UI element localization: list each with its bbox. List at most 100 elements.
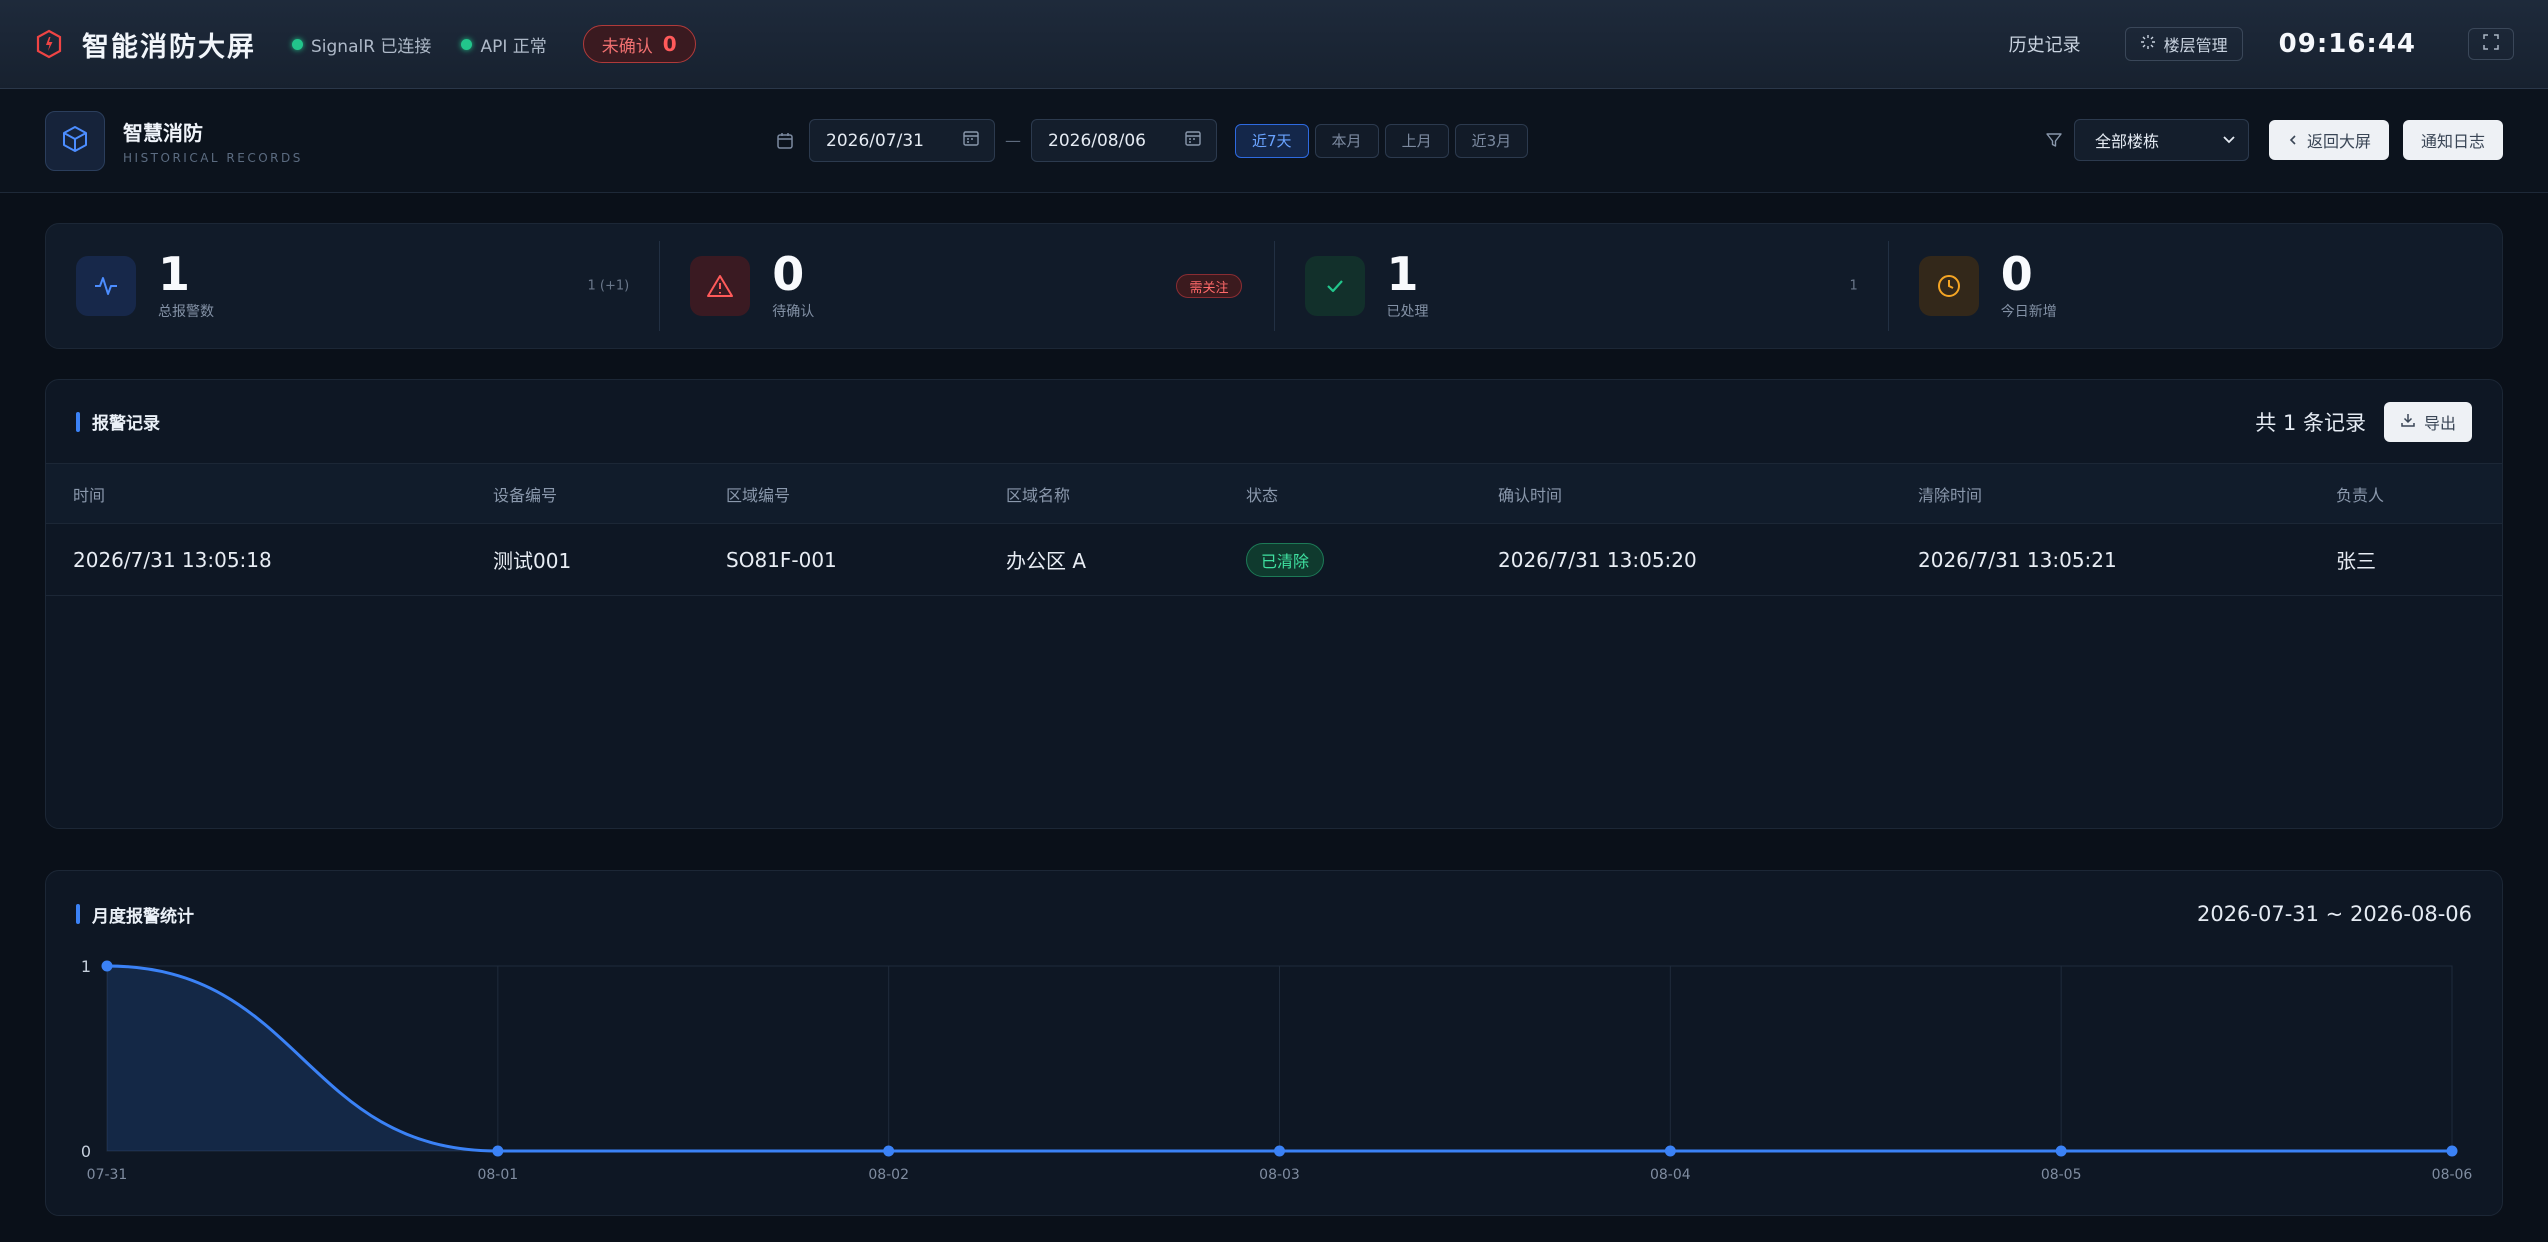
stat-side-text: 1 (+1) xyxy=(587,278,630,294)
stat-label: 待确认 xyxy=(772,304,815,320)
record-count: 共 1 条记录 xyxy=(2255,410,2366,435)
brand: 智能消防大屏 xyxy=(34,25,256,64)
date-to-input[interactable]: 2026/08/06 xyxy=(1031,119,1217,162)
quick-range-last-month[interactable]: 上月 xyxy=(1384,123,1449,158)
clock: 09:16:44 xyxy=(2278,29,2416,59)
records-header: 报警记录 共 1 条记录 导出 xyxy=(46,380,2502,464)
quick-range-3months[interactable]: 近3月 xyxy=(1454,123,1529,158)
x-tick-label: 08-01 xyxy=(477,1167,518,1183)
building-select[interactable]: 全部楼栋 xyxy=(2073,119,2249,161)
stat-value: 0 xyxy=(2000,247,2033,301)
column-header[interactable]: 区域编号 xyxy=(726,482,790,506)
stat-pending: 0 待确认 需关注 xyxy=(659,241,1273,331)
api-status: API 正常 xyxy=(461,32,547,57)
attention-badge: 需关注 xyxy=(1176,274,1242,298)
stat-label: 总报警数 xyxy=(158,304,214,320)
column-header[interactable]: 清除时间 xyxy=(1918,482,1982,506)
notification-log-button[interactable]: 通知日志 xyxy=(2402,120,2503,160)
title-accent-bar xyxy=(76,904,80,924)
stats-bar: 1 总报警数 1 (+1) 0 待确认 需关注 1 已处理 1 0 今日新增 xyxy=(45,223,2503,349)
fullscreen-icon xyxy=(2482,33,2500,55)
signalr-status-text: SignalR 已连接 xyxy=(311,36,432,57)
warning-icon xyxy=(690,256,751,316)
cell-time: 2026/7/31 13:05:18 xyxy=(73,547,272,572)
records-title: 报警记录 xyxy=(76,409,160,434)
floor-management-button[interactable]: 楼层管理 xyxy=(2124,27,2243,61)
x-tick-label: 08-04 xyxy=(1650,1167,1691,1183)
column-header[interactable]: 设备编号 xyxy=(493,482,557,506)
cell-device: 测试001 xyxy=(493,549,572,573)
quick-range-this-month[interactable]: 本月 xyxy=(1314,123,1379,158)
export-label: 导出 xyxy=(2423,413,2456,433)
cell-confirm-time: 2026/7/31 13:05:20 xyxy=(1498,547,1697,572)
app-logo xyxy=(45,110,105,171)
cell-area-name: 办公区 A xyxy=(1006,549,1087,573)
date-range-picker: 2026/07/31 — 2026/08/06 近7天 本月 上月 近3月 xyxy=(775,119,1529,162)
column-header[interactable]: 确认时间 xyxy=(1498,482,1562,506)
data-point xyxy=(492,1145,504,1157)
back-button-label: 返回大屏 xyxy=(2306,132,2371,151)
chevron-down-icon xyxy=(2222,131,2236,150)
calendar-icon xyxy=(962,129,980,152)
data-point xyxy=(2055,1145,2067,1157)
table-row[interactable]: 2026/7/31 13:05:18 测试001 SO81F-001 办公区 A… xyxy=(46,524,2502,596)
cell-owner: 张三 xyxy=(2336,549,2376,573)
stat-processed: 1 已处理 1 xyxy=(1273,241,1888,331)
calendar-icon xyxy=(775,131,795,151)
sub-header-actions: 全部楼栋 返回大屏 通知日志 xyxy=(2044,119,2503,161)
activity-icon xyxy=(76,256,136,316)
column-header[interactable]: 状态 xyxy=(1246,482,1278,506)
stat-body: 1 总报警数 xyxy=(158,251,214,321)
column-header[interactable]: 时间 xyxy=(73,482,105,506)
stat-body: 0 今日新增 xyxy=(2001,251,2057,321)
data-point xyxy=(1664,1145,1676,1157)
stat-label: 今日新增 xyxy=(2000,304,2057,320)
data-point xyxy=(2446,1145,2458,1157)
stat-value: 1 xyxy=(158,247,191,301)
table-header: 时间 设备编号 区域编号 区域名称 状态 确认时间 清除时间 负责人 xyxy=(46,464,2502,524)
floor-management-label: 楼层管理 xyxy=(2163,36,2228,55)
column-header[interactable]: 区域名称 xyxy=(1006,482,1070,506)
x-tick-label: 08-05 xyxy=(2041,1167,2082,1183)
cell-area-code: SO81F-001 xyxy=(726,547,837,572)
stat-side-text: 1 xyxy=(1849,278,1858,294)
records-title-text: 报警记录 xyxy=(92,414,160,434)
x-tick-label: 08-03 xyxy=(1259,1167,1300,1183)
history-link[interactable]: 历史记录 xyxy=(2009,31,2081,57)
date-from-input[interactable]: 2026/07/31 xyxy=(809,119,995,162)
column-header[interactable]: 负责人 xyxy=(2336,482,2384,506)
chart-range-text: 2026-07-31 ~ 2026-08-06 xyxy=(2196,902,2472,926)
check-icon xyxy=(1304,256,1365,316)
chart-header: 月度报警统计 2026-07-31 ~ 2026-08-06 xyxy=(46,871,2502,957)
quick-range-7days[interactable]: 近7天 xyxy=(1235,123,1309,158)
chevron-left-icon xyxy=(2287,131,2299,150)
date-from-value: 2026/07/31 xyxy=(826,130,924,151)
clock-icon xyxy=(1918,256,1979,316)
stat-total-alarms: 1 总报警数 1 (+1) xyxy=(46,241,659,331)
stat-body: 0 待确认 xyxy=(772,251,814,321)
quick-range-group: 近7天 本月 上月 近3月 xyxy=(1235,123,1529,158)
fire-alarm-icon xyxy=(34,29,64,59)
app-root: 智能消防大屏 SignalR 已连接 API 正常 未确认 0 历史记录 楼层管… xyxy=(0,0,2548,1242)
app-name: 智慧消防 xyxy=(123,120,203,145)
building-select-value: 全部楼栋 xyxy=(2094,132,2159,151)
stat-today-new: 0 今日新增 xyxy=(1887,241,2502,331)
back-to-dashboard-button[interactable]: 返回大屏 xyxy=(2268,120,2389,160)
unconfirmed-badge[interactable]: 未确认 0 xyxy=(582,25,696,63)
filter-icon xyxy=(2044,130,2064,150)
settings-icon xyxy=(2140,34,2156,54)
alarm-records-panel: 报警记录 共 1 条记录 导出 时间 设备编号 区域编号 区域名称 状态 确认时… xyxy=(45,379,2503,829)
data-point xyxy=(883,1145,895,1157)
top-bar: 智能消防大屏 SignalR 已连接 API 正常 未确认 0 历史记录 楼层管… xyxy=(0,0,2548,89)
y-tick-label: 1 xyxy=(81,957,91,976)
title-accent-bar xyxy=(76,411,80,432)
cell-status: 已清除 xyxy=(1246,542,1325,577)
data-point xyxy=(1274,1145,1285,1157)
stat-label: 已处理 xyxy=(1386,304,1429,320)
signalr-status: SignalR 已连接 xyxy=(292,32,431,57)
fullscreen-button[interactable] xyxy=(2468,28,2514,60)
export-button[interactable]: 导出 xyxy=(2383,401,2472,442)
status-dot-icon xyxy=(461,38,473,50)
x-tick-label: 08-02 xyxy=(868,1167,909,1183)
stat-value: 0 xyxy=(772,247,805,301)
